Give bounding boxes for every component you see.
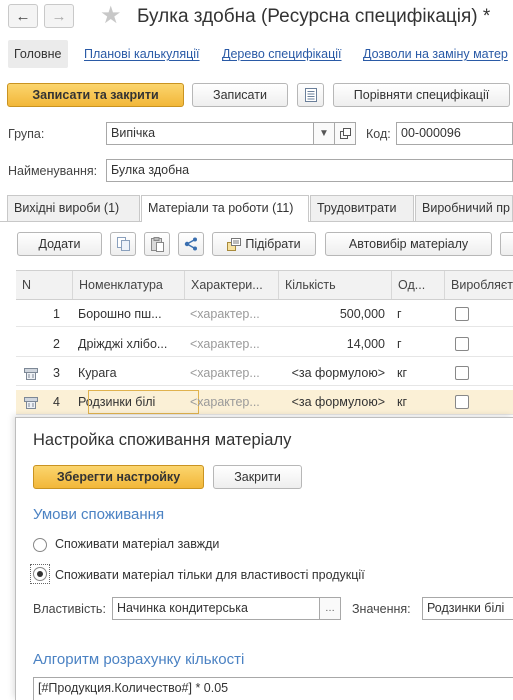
more-actions-button[interactable] — [500, 232, 513, 256]
favorite-star-icon[interactable]: ★ — [100, 2, 122, 30]
table-row-selected[interactable]: 4 Родзинки білі <характер... <за формуло… — [16, 390, 513, 415]
unit-cell[interactable]: г — [391, 332, 444, 356]
ellipsis-icon: … — [325, 603, 335, 614]
radio-consume-by-property-label[interactable]: Споживати матеріал тільки для властивост… — [55, 568, 365, 582]
menu-planned-calculations[interactable]: Планові калькуляції — [84, 40, 200, 68]
hierarchy-icon — [184, 237, 197, 251]
tab-production[interactable]: Виробничий пр — [415, 195, 513, 221]
consumption-settings-popup: Настройка споживання матеріалу Зберегти … — [15, 417, 513, 700]
back-button[interactable]: ← — [8, 4, 38, 28]
pick-items-icon — [227, 237, 242, 251]
group-field[interactable]: Випічка — [106, 122, 314, 145]
produced-checkbox[interactable] — [455, 307, 469, 321]
save-and-close-button[interactable]: Записати та закрити — [7, 83, 184, 107]
column-header-nomenclature[interactable]: Номенклатура — [72, 271, 184, 299]
algorithm-section-title: Алгоритм розрахунку кількості — [33, 651, 245, 668]
radio-consume-always-label[interactable]: Споживати матеріал завжди — [55, 537, 219, 551]
produced-checkbox[interactable] — [455, 395, 469, 409]
tab-materials-and-works[interactable]: Матеріали та роботи (11) — [141, 195, 309, 222]
column-header-produced[interactable]: Виробляєт — [444, 271, 513, 299]
row-number: 1 — [53, 307, 60, 321]
radio-consume-always[interactable] — [33, 538, 47, 552]
tab-labor-costs[interactable]: Трудовитрати — [310, 195, 414, 221]
column-header-n[interactable]: N — [16, 271, 72, 299]
property-label: Властивість: — [33, 602, 106, 616]
quantity-cell[interactable]: <за формулою> — [278, 361, 391, 385]
close-popup-button[interactable]: Закрити — [213, 465, 302, 489]
copy-row-button[interactable] — [110, 232, 136, 256]
menu-main[interactable]: Головне — [8, 40, 68, 68]
property-select-button[interactable]: … — [319, 597, 341, 620]
formula-field[interactable]: [#Продукция.Количество#] * 0.05 — [33, 677, 513, 700]
title-bar: ← → ★ Булка здобна (Ресурсна специфікаці… — [0, 0, 513, 33]
property-field[interactable]: Начинка кондитерська — [112, 597, 320, 620]
row-number: 3 — [53, 366, 60, 380]
report-button[interactable] — [297, 83, 324, 107]
popup-title: Настройка споживання матеріалу — [33, 431, 292, 449]
nomenclature-cell[interactable]: Курага — [72, 361, 184, 385]
radio-consume-by-property[interactable] — [33, 567, 47, 581]
table-row[interactable]: 2 Дріжджі хлібо... <характер... 14,000 г — [16, 332, 513, 357]
characteristic-cell[interactable]: <характер... — [184, 390, 278, 414]
characteristic-cell[interactable]: <характер... — [184, 302, 278, 326]
quantity-cell[interactable]: 500,000 — [278, 302, 391, 326]
paste-row-button[interactable] — [144, 232, 170, 256]
nomenclature-cell[interactable]: Борошно пш... — [72, 302, 184, 326]
structure-button[interactable] — [178, 232, 204, 256]
group-label: Група: — [8, 127, 45, 141]
column-header-quantity[interactable]: Кількість — [278, 271, 391, 299]
group-dropdown-button[interactable]: ▼ — [313, 122, 335, 145]
row-number: 4 — [53, 395, 60, 409]
auto-select-material-button[interactable]: Автовибір матеріалу — [325, 232, 492, 256]
arrow-left-icon: ← — [15, 7, 31, 25]
menu-substitution-permits[interactable]: Дозволи на заміну матер — [363, 40, 508, 68]
active-tab-gap — [142, 220, 308, 222]
value-field[interactable]: Родзинки білі — [422, 597, 513, 620]
unit-cell[interactable]: кг — [391, 361, 444, 385]
produced-checkbox[interactable] — [455, 337, 469, 351]
row-number: 2 — [53, 337, 60, 351]
save-button[interactable]: Записати — [192, 83, 288, 107]
arrow-right-icon: → — [51, 7, 67, 25]
compare-specifications-button[interactable]: Порівняти специфікації — [333, 83, 510, 107]
form-menu: Головне Планові калькуляції Дерево специ… — [0, 40, 513, 68]
code-label: Код: — [366, 127, 391, 141]
produced-checkbox[interactable] — [455, 366, 469, 380]
conditions-section-title: Умови споживання — [33, 506, 165, 523]
tab-output-products[interactable]: Вихідні вироби (1) — [7, 195, 140, 221]
name-field[interactable]: Булка здобна — [106, 159, 513, 182]
quantity-cell[interactable]: <за формулою> — [278, 390, 391, 414]
group-open-button[interactable] — [334, 122, 356, 145]
window-title: Булка здобна (Ресурсна специфікація) * — [137, 6, 491, 27]
value-label: Значення: — [352, 602, 411, 616]
nomenclature-cell[interactable]: Дріжджі хлібо... — [72, 332, 184, 356]
name-label: Найменування: — [8, 164, 98, 178]
forward-button[interactable]: → — [44, 4, 74, 28]
pick-button-label: Підібрати — [245, 237, 301, 251]
unit-cell[interactable]: г — [391, 302, 444, 326]
pick-button[interactable]: Підібрати — [212, 232, 316, 256]
dropdown-arrow-icon: ▼ — [319, 128, 329, 139]
save-settings-button[interactable]: Зберегти настройку — [33, 465, 204, 489]
column-header-characteristic[interactable]: Характери... — [184, 271, 278, 299]
table-row[interactable]: 3 Курага <характер... <за формулою> кг — [16, 361, 513, 386]
menu-specification-tree[interactable]: Дерево специфікації — [222, 40, 342, 68]
code-field[interactable]: 00-000096 — [396, 122, 513, 145]
table-row[interactable]: 1 Борошно пш... <характер... 500,000 г — [16, 302, 513, 327]
characteristic-cell[interactable]: <характер... — [184, 332, 278, 356]
open-link-icon — [339, 128, 351, 139]
quantity-cell[interactable]: 14,000 — [278, 332, 391, 356]
paste-icon — [150, 236, 164, 252]
copy-icon — [116, 237, 130, 251]
characteristic-cell[interactable]: <характер... — [184, 361, 278, 385]
add-row-button[interactable]: Додати — [17, 232, 102, 256]
document-list-icon — [304, 88, 317, 102]
unit-cell[interactable]: кг — [391, 390, 444, 414]
column-header-unit[interactable]: Од... — [391, 271, 444, 299]
active-cell-frame — [88, 390, 199, 414]
grid-header: N Номенклатура Характери... Кількість Од… — [16, 270, 513, 300]
